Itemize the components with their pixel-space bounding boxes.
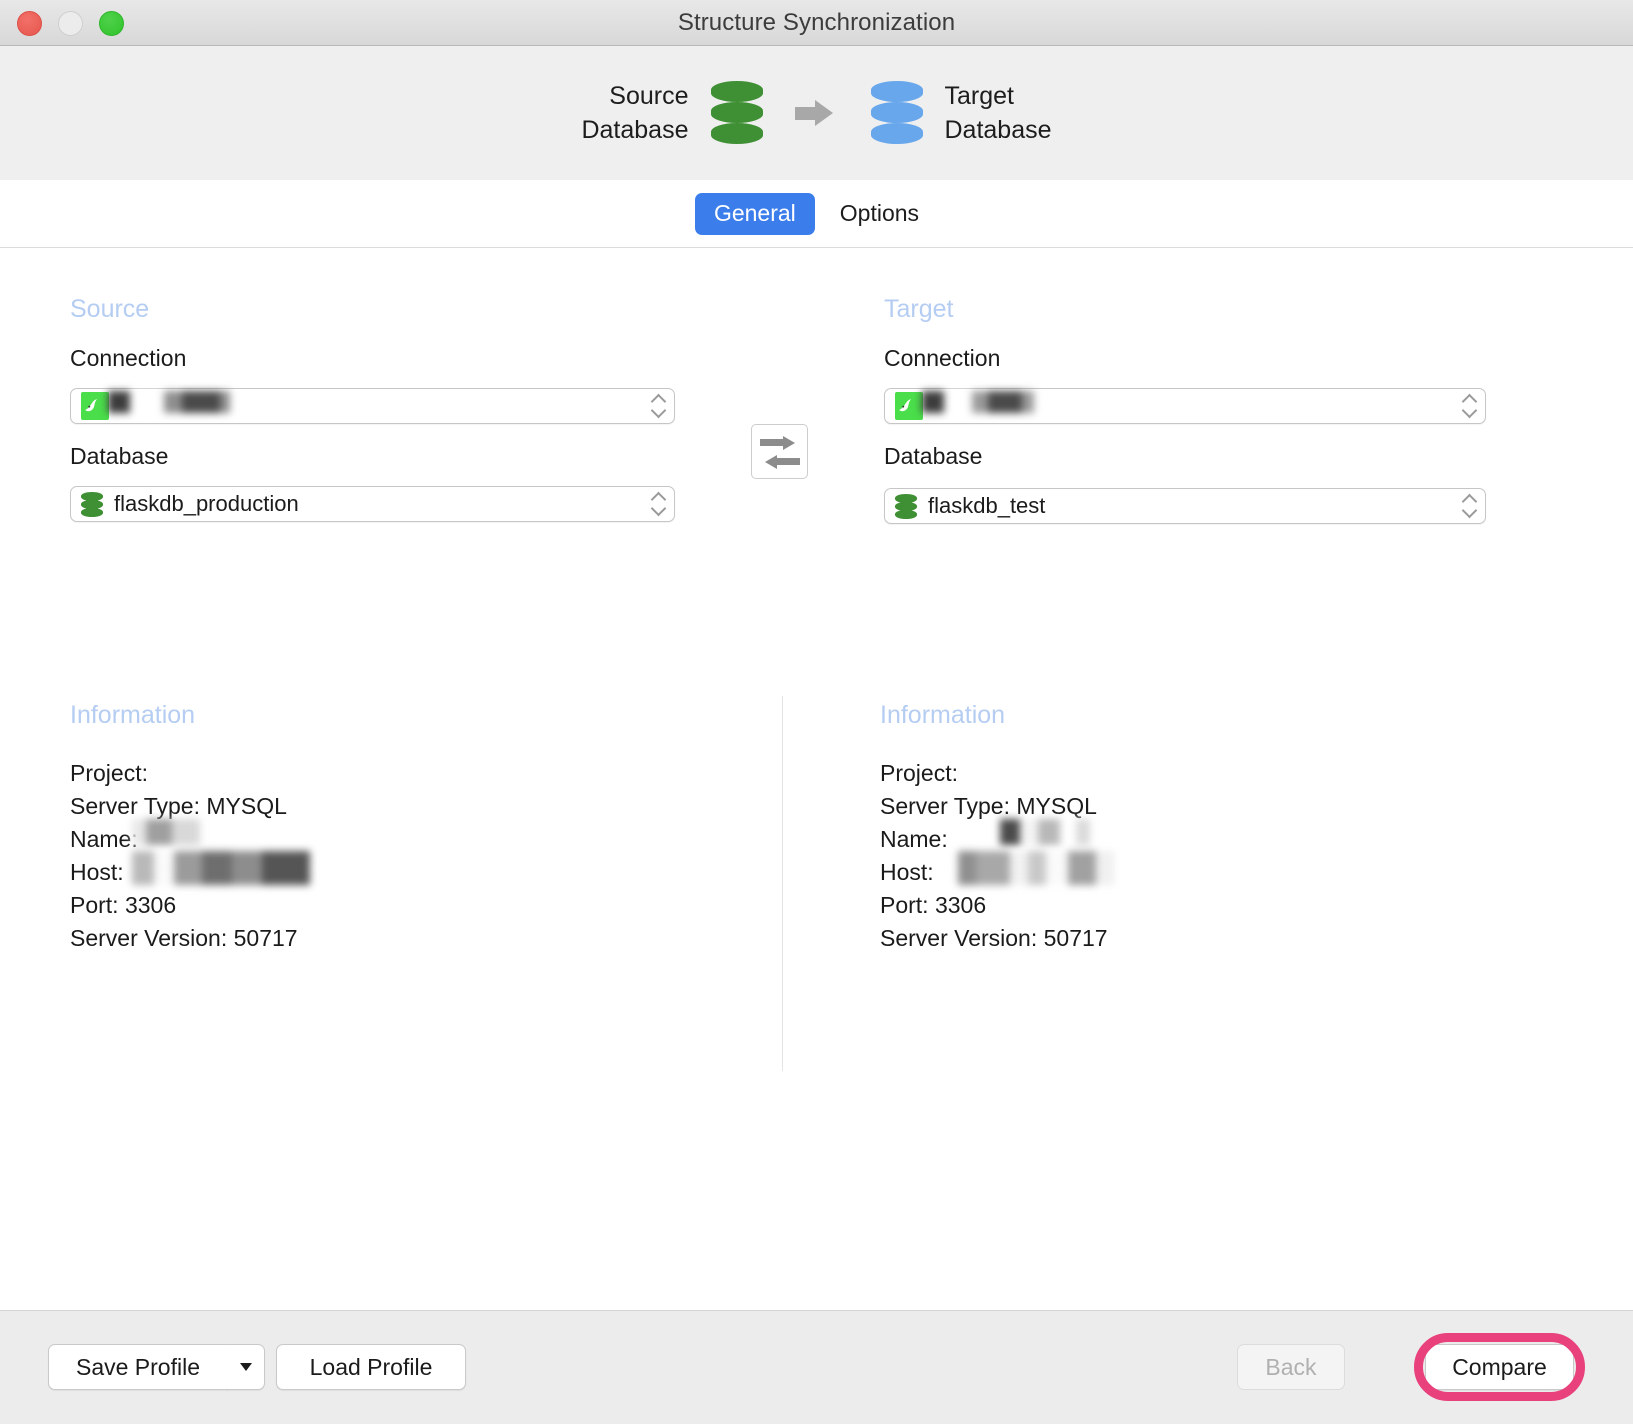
arrow-right-icon: [794, 96, 839, 130]
target-info-host: Host:: [880, 859, 934, 885]
source-database-select[interactable]: flaskdb_production: [70, 486, 675, 522]
target-database-select[interactable]: flaskdb_test: [884, 488, 1486, 524]
database-cylinder-blue-icon: [870, 81, 923, 145]
sync-direction-banner: Source Database Target Database: [0, 46, 1633, 180]
structure-synchronization-window: Structure Synchronization Source Databas…: [0, 0, 1633, 1424]
tab-options[interactable]: Options: [821, 193, 938, 235]
source-section-title: Source: [70, 295, 150, 323]
source-info-server-version: Server Version: 50717: [70, 925, 298, 951]
database-cylinder-icon: [81, 491, 103, 517]
target-connection-label: Connection: [884, 345, 1001, 371]
source-info-host: Host:: [70, 859, 124, 885]
target-section-title: Target: [884, 295, 954, 323]
window-title: Structure Synchronization: [677, 9, 956, 36]
swap-arrows-icon: [760, 435, 800, 450]
chevron-updown-icon[interactable]: [650, 391, 668, 421]
source-information-list: Project: Server Type: MYSQL Name: Host: …: [70, 757, 750, 955]
target-information-list: Project: Server Type: MYSQL Name: Host: …: [880, 757, 1560, 955]
target-database-label: Database: [884, 443, 983, 469]
title-bar: Structure Synchronization: [0, 0, 1633, 46]
compare-button[interactable]: Compare: [1425, 1344, 1574, 1390]
load-profile-button[interactable]: Load Profile: [276, 1344, 466, 1390]
information-divider: [782, 696, 783, 1071]
target-database-value: flaskdb_test: [928, 493, 1046, 518]
mysql-dolphin-icon: [81, 392, 109, 420]
swap-arrows-icon-secondary: [760, 454, 800, 469]
chevron-updown-icon[interactable]: [1461, 491, 1479, 521]
save-profile-button[interactable]: Save Profile: [48, 1344, 228, 1390]
source-info-name: Name:: [70, 826, 138, 852]
target-info-name: Name:: [880, 826, 948, 852]
source-information-title: Information: [70, 701, 196, 729]
source-info-project: Project:: [70, 760, 148, 786]
chevron-updown-icon[interactable]: [1461, 391, 1479, 421]
target-info-server-type: Server Type: MYSQL: [880, 793, 1097, 819]
source-database-label: Database: [70, 443, 169, 469]
target-info-server-version: Server Version: 50717: [880, 925, 1108, 951]
target-info-port: Port: 3306: [880, 892, 987, 918]
target-info-project: Project:: [880, 760, 958, 786]
mysql-dolphin-icon: [895, 392, 923, 420]
target-information-title: Information: [880, 701, 1006, 729]
database-flow: Source Database Target Database: [0, 46, 1633, 180]
source-database-caption: Source Database: [581, 82, 689, 144]
back-button[interactable]: Back: [1237, 1344, 1345, 1390]
save-profile-menu-chevron-down-icon[interactable]: [227, 1344, 265, 1390]
swap-source-target-button[interactable]: [751, 424, 808, 479]
target-connection-select[interactable]: [884, 388, 1486, 424]
source-connection-label: Connection: [70, 345, 187, 371]
tab-bar: General Options: [0, 180, 1633, 248]
source-database-value: flaskdb_production: [114, 491, 299, 516]
source-info-server-type: Server Type: MYSQL: [70, 793, 287, 819]
main-content: Source Connection Database flaskdb_produ…: [0, 249, 1633, 1310]
target-database-caption: Target Database: [944, 82, 1052, 144]
footer-bar: Save Profile Load Profile Back Compare: [0, 1310, 1633, 1424]
source-info-port: Port: 3306: [70, 892, 177, 918]
chevron-updown-icon[interactable]: [650, 489, 668, 519]
tab-general[interactable]: General: [694, 192, 815, 235]
database-cylinder-green-icon: [710, 81, 763, 145]
source-connection-select[interactable]: [70, 388, 675, 424]
database-cylinder-icon: [895, 493, 917, 519]
